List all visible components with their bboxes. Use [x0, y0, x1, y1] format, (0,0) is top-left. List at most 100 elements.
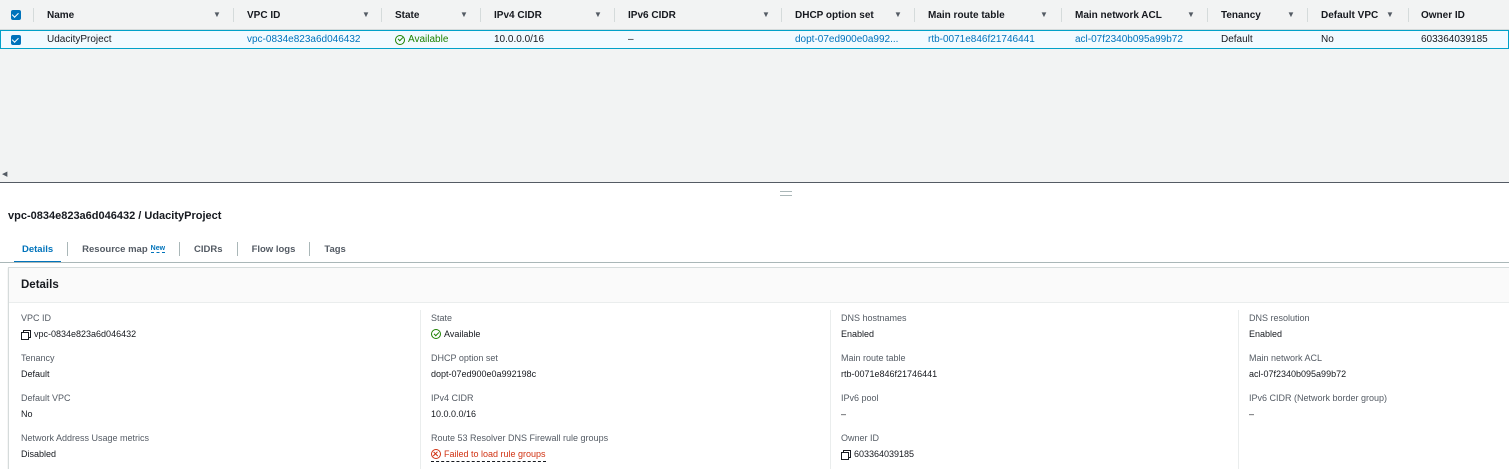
- row-vpc-id-link[interactable]: vpc-0834e823a6d046432: [247, 30, 360, 49]
- column-label: VPC ID: [247, 9, 281, 21]
- column-header-default-vpc[interactable]: Default VPC ▼: [1321, 0, 1401, 30]
- row-dhcp-option-set-link[interactable]: dopt-07ed900e0a992...: [795, 30, 898, 49]
- column-header-ipv4-cidr[interactable]: IPv4 CIDR ▼: [494, 0, 609, 30]
- error-text: Failed to load rule groups: [444, 448, 546, 459]
- sort-down-icon[interactable]: ▼: [1287, 10, 1295, 19]
- checkbox-checked-icon: [11, 34, 21, 45]
- sort-down-icon[interactable]: ▼: [1187, 10, 1195, 19]
- column-header-state[interactable]: State ▼: [395, 0, 475, 30]
- field-value: No: [21, 409, 33, 419]
- column-label: IPv4 CIDR: [494, 9, 542, 21]
- column-header-name[interactable]: Name ▼: [47, 0, 227, 30]
- tab-label: Flow logs: [251, 243, 296, 255]
- field-value: 603364039185: [841, 447, 914, 461]
- main-network-acl-link[interactable]: acl-07f2340b095a99b72: [1249, 367, 1346, 381]
- vpc-id-value: vpc-0834e823a6d046432: [34, 329, 137, 339]
- select-all-checkbox[interactable]: [11, 0, 21, 30]
- state-value: Available: [444, 329, 481, 339]
- sort-down-icon[interactable]: ▼: [1040, 10, 1048, 19]
- sort-down-icon[interactable]: ▼: [460, 10, 468, 19]
- dhcp-option-set-link[interactable]: dopt-07ed900e0a992198c: [431, 367, 536, 381]
- row-owner-id: 603364039185: [1421, 34, 1488, 45]
- check-circle-icon: [431, 329, 441, 339]
- tab-resource-map[interactable]: Resource map New: [68, 236, 179, 262]
- column-header-dhcp-option-set[interactable]: DHCP option set ▼: [795, 0, 910, 30]
- sort-down-icon[interactable]: ▼: [1386, 10, 1394, 19]
- tab-tags[interactable]: Tags: [310, 236, 359, 262]
- field-tenancy: Tenancy Default: [21, 352, 55, 381]
- row-tenancy: Default: [1221, 34, 1253, 45]
- field-ipv4-cidr: IPv4 CIDR 10.0.0.0/16: [431, 392, 476, 421]
- sort-down-icon[interactable]: ▼: [213, 10, 221, 19]
- tab-label: Resource map: [82, 243, 148, 255]
- field-label: Main route table: [841, 353, 906, 363]
- field-dns-resolution: DNS resolution Enabled: [1249, 312, 1310, 341]
- tab-flow-logs[interactable]: Flow logs: [238, 236, 310, 262]
- column-header-tenancy[interactable]: Tenancy ▼: [1221, 0, 1301, 30]
- field-ipv6-pool: IPv6 pool –: [841, 392, 879, 421]
- field-label: Main network ACL: [1249, 353, 1323, 363]
- column-divider: [381, 8, 382, 22]
- row-ipv6-cidr: –: [628, 34, 634, 45]
- field-label: IPv6 pool: [841, 393, 879, 403]
- details-card-header: Details: [9, 268, 1509, 303]
- sort-down-icon[interactable]: ▼: [762, 10, 770, 19]
- column-header-owner-id[interactable]: Owner ID: [1421, 0, 1501, 30]
- column-divider: [914, 8, 915, 22]
- error-status[interactable]: Failed to load rule groups: [431, 447, 546, 462]
- panel-title: vpc-0834e823a6d046432 / UdacityProject: [8, 210, 222, 222]
- row-name: UdacityProject: [47, 34, 112, 45]
- column-divider: [1408, 8, 1409, 22]
- field-network-address-usage-metrics: Network Address Usage metrics Disabled: [21, 432, 149, 461]
- column-divider: [480, 8, 481, 22]
- row-checkbox[interactable]: [11, 30, 21, 49]
- split-panel-divider[interactable]: [0, 182, 1509, 183]
- sort-down-icon[interactable]: ▼: [894, 10, 902, 19]
- copy-icon[interactable]: [21, 329, 31, 340]
- column-divider: [420, 310, 421, 469]
- field-ipv6-cidr-network-border-group: IPv6 CIDR (Network border group) –: [1249, 392, 1387, 421]
- drag-handle-icon[interactable]: [780, 191, 792, 196]
- column-header-ipv6-cidr[interactable]: IPv6 CIDR ▼: [628, 0, 783, 30]
- tab-details[interactable]: Details: [8, 236, 67, 263]
- field-label: IPv4 CIDR: [431, 393, 474, 403]
- column-divider: [781, 8, 782, 22]
- new-badge: New: [150, 245, 166, 253]
- owner-id-value: 603364039185: [854, 449, 915, 459]
- column-label: Main network ACL: [1075, 9, 1162, 21]
- column-label: Owner ID: [1421, 9, 1465, 21]
- field-label: DHCP option set: [431, 353, 498, 363]
- column-header-main-route-table[interactable]: Main route table ▼: [928, 0, 1058, 30]
- vpc-table: Name ▼ VPC ID ▼ State ▼ IPv4 CIDR ▼ IPv6…: [0, 0, 1509, 183]
- column-divider: [1061, 8, 1062, 22]
- field-owner-id: Owner ID 603364039185: [841, 432, 914, 461]
- column-label: Name: [47, 9, 75, 21]
- copy-icon[interactable]: [841, 449, 851, 460]
- tab-label: CIDRs: [194, 243, 223, 255]
- column-divider: [1238, 310, 1239, 469]
- table-row[interactable]: [0, 30, 1509, 49]
- column-divider: [1307, 8, 1308, 22]
- column-header-main-network-acl[interactable]: Main network ACL ▼: [1075, 0, 1200, 30]
- tab-cidrs[interactable]: CIDRs: [180, 236, 237, 262]
- field-value: –: [1249, 409, 1255, 419]
- sort-down-icon[interactable]: ▼: [362, 10, 370, 19]
- field-state: State Available: [431, 312, 480, 341]
- sort-down-icon[interactable]: ▼: [594, 10, 602, 19]
- row-main-network-acl-link[interactable]: acl-07f2340b095a99b72: [1075, 30, 1183, 49]
- row-main-route-table-link[interactable]: rtb-0071e846f21746441: [928, 30, 1035, 49]
- column-label: IPv6 CIDR: [628, 9, 676, 21]
- row-state-text: Available: [408, 34, 449, 45]
- scroll-left-arrow-icon[interactable]: ◀: [2, 170, 7, 178]
- field-route53-firewall: Route 53 Resolver DNS Firewall rule grou…: [431, 432, 608, 462]
- field-label: Owner ID: [841, 433, 880, 443]
- main-route-table-link[interactable]: rtb-0071e846f21746441: [841, 367, 937, 381]
- field-value: Disabled: [21, 449, 57, 459]
- column-divider: [1207, 8, 1208, 22]
- column-label: DHCP option set: [795, 9, 874, 21]
- field-dns-hostnames: DNS hostnames Enabled: [841, 312, 907, 341]
- table-header: Name ▼ VPC ID ▼ State ▼ IPv4 CIDR ▼ IPv6…: [0, 0, 1509, 30]
- column-header-vpc-id[interactable]: VPC ID ▼: [247, 0, 377, 30]
- field-label: Tenancy: [21, 353, 55, 363]
- field-label: IPv6 CIDR (Network border group): [1249, 393, 1388, 403]
